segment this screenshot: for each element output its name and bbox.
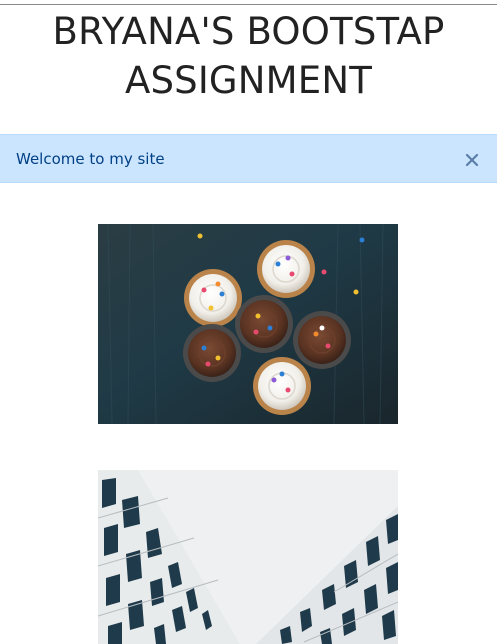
page-title-line-1: BRYANA'S BOOTSTAP xyxy=(52,10,445,53)
alert-message: Welcome to my site xyxy=(16,150,165,168)
top-divider xyxy=(0,4,497,5)
close-icon[interactable] xyxy=(464,147,480,171)
page-title: BRYANA'S BOOTSTAP ASSIGNMENT xyxy=(0,7,497,105)
page-title-line-2: ASSIGNMENT xyxy=(124,59,373,102)
cupcakes-image xyxy=(98,224,398,424)
building-image xyxy=(98,470,398,644)
welcome-alert: Welcome to my site xyxy=(0,134,497,183)
